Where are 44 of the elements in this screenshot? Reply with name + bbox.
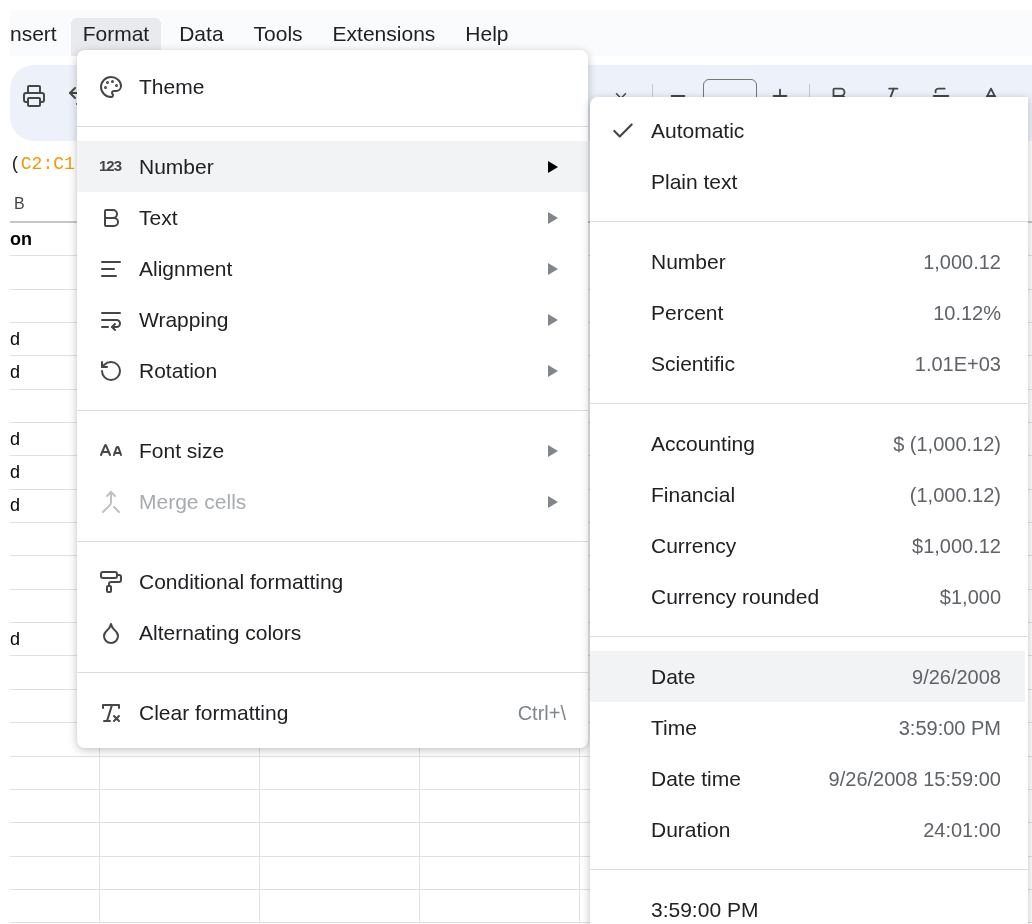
menu-item[interactable]: Extensions <box>320 18 448 56</box>
format-example: 9/26/2008 15:59:00 <box>828 766 1001 792</box>
format-example: $1,000 <box>939 584 1001 610</box>
merge-icon <box>99 489 123 514</box>
format-example: 3:59:00 PM <box>898 715 1001 741</box>
menu-item[interactable]: Clear formatting Ctrl+\ <box>77 687 588 738</box>
print-icon[interactable] <box>22 84 46 108</box>
menu-item[interactable]: Theme <box>77 61 588 112</box>
formula-range: C2:C1 <box>20 152 75 176</box>
menu-item[interactable]: Date 9/26/2008 <box>590 651 1025 702</box>
shortcut-text: Ctrl+\ <box>517 700 566 726</box>
format-example: 1,000.12 <box>923 249 1001 275</box>
menu-item[interactable]: Time 3:59:00 PM <box>590 702 1025 753</box>
menu-item[interactable]: Help <box>453 18 521 56</box>
menu-item[interactable]: Currency rounded $1,000 <box>590 571 1025 622</box>
menu-item[interactable]: Plain text <box>590 156 1025 207</box>
formula-text: ( <box>10 152 21 176</box>
menu-item[interactable]: Currency $1,000.12 <box>590 520 1025 571</box>
menu-item[interactable]: 3:59:00 PM <box>590 884 1025 924</box>
format-example: 24:01:00 <box>923 817 1001 843</box>
format-example: $1,000.12 <box>912 533 1001 559</box>
format-example: 10.12% <box>933 300 1001 326</box>
format-example: $ (1,000.12) <box>893 431 1001 457</box>
menu-item[interactable]: Date time 9/26/2008 15:59:00 <box>590 753 1025 804</box>
palette-icon <box>99 74 123 99</box>
menu-item[interactable]: Conditional formatting <box>77 556 588 607</box>
menu-item[interactable]: nsert <box>10 18 65 56</box>
menu-item[interactable]: Accounting $ (1,000.12) <box>590 418 1025 469</box>
column-header: B <box>14 194 25 214</box>
format-example: 1.01E+03 <box>914 351 1001 377</box>
menu-item[interactable]: Data <box>167 18 236 56</box>
format-example: (1,000.12) <box>909 482 1001 508</box>
menu-item[interactable]: Percent 10.12% <box>590 287 1025 338</box>
menu-item[interactable]: 123 Number <box>77 141 588 192</box>
menu-item[interactable]: Number 1,000.12 <box>590 236 1025 287</box>
number-icon: 123 <box>99 155 123 178</box>
menu-item[interactable]: Tools <box>241 18 315 56</box>
menu-item[interactable]: Automatic <box>590 105 1025 156</box>
rotate-icon <box>99 358 123 383</box>
menu-item[interactable]: Financial (1,000.12) <box>590 469 1025 520</box>
menu-item[interactable]: Duration 24:01:00 <box>590 804 1025 855</box>
menu-item[interactable]: Scientific 1.01E+03 <box>590 338 1025 389</box>
paint-roller-icon <box>99 569 123 594</box>
format-example: 9/26/2008 <box>912 664 1001 690</box>
